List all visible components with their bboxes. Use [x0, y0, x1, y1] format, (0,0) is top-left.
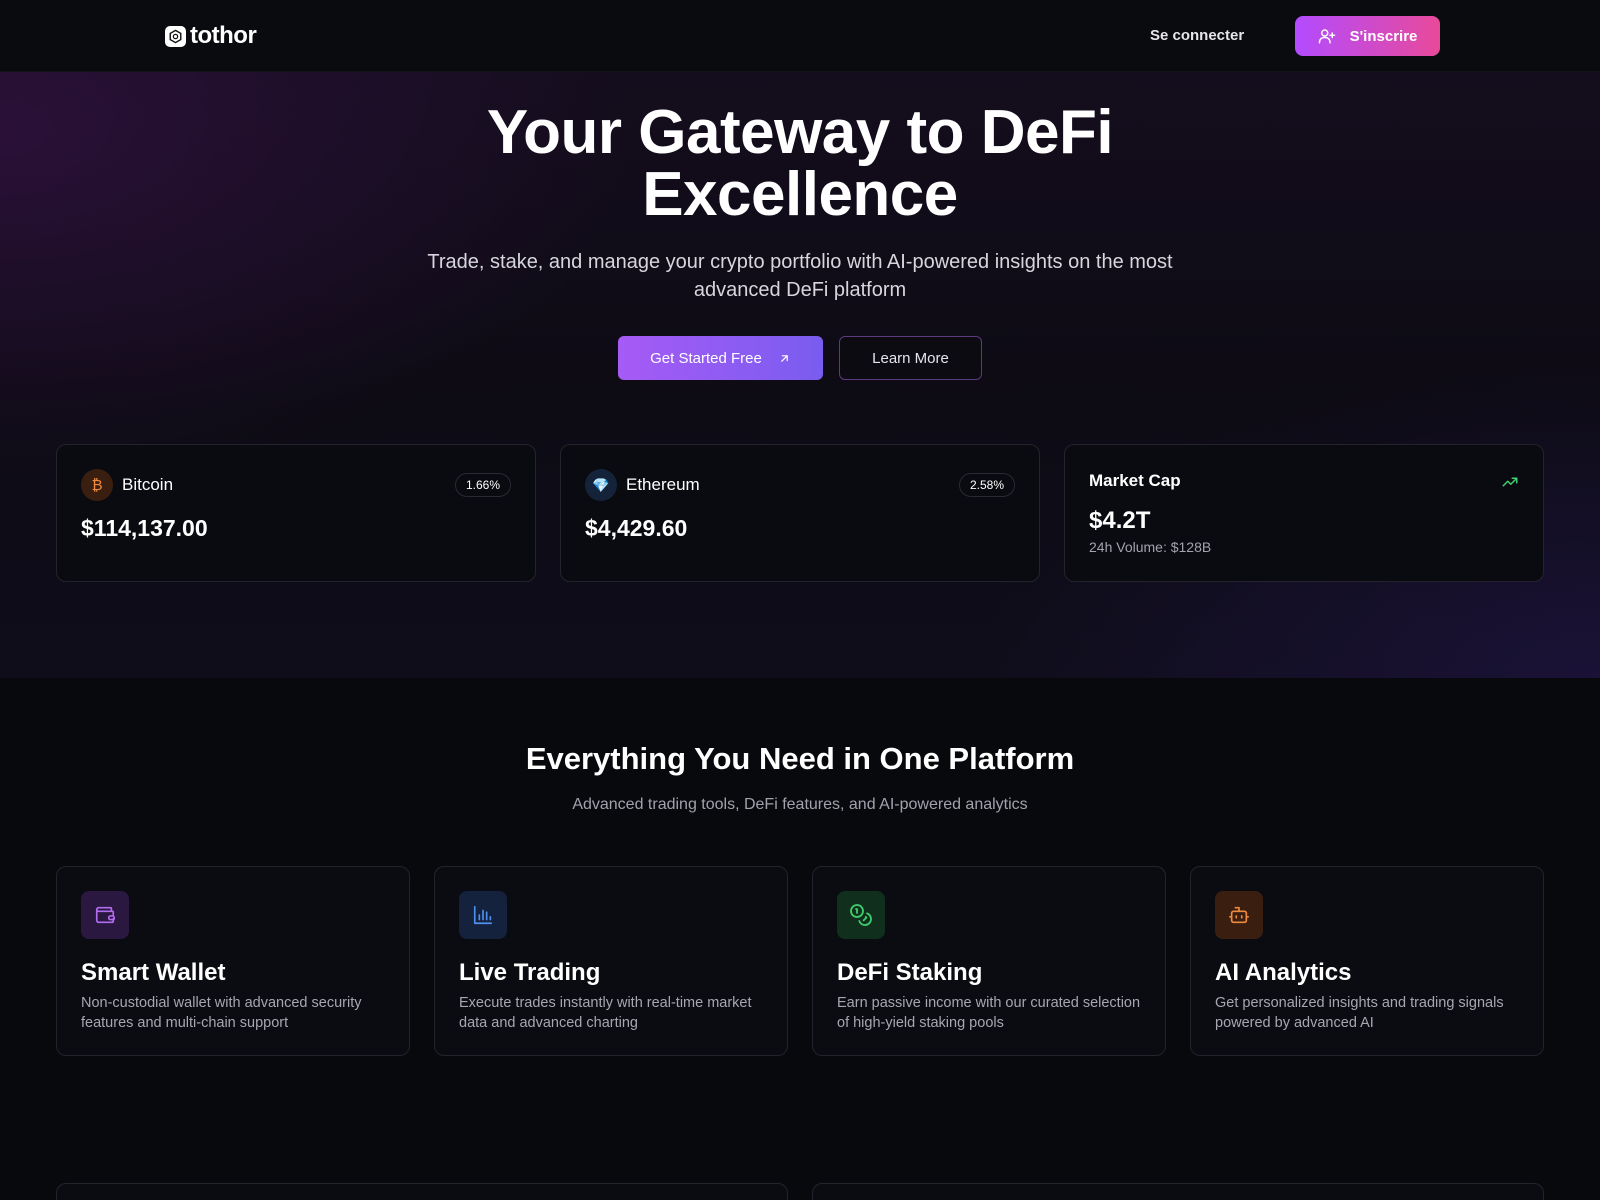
learn-more-button[interactable]: Learn More	[839, 336, 982, 380]
robot-icon	[1215, 891, 1263, 939]
features-title: Everything You Need in One Platform	[525, 741, 1075, 776]
feature-card-ai-analytics[interactable]: AI Analytics Get personalized insights a…	[1190, 866, 1544, 1056]
ethereum-change-badge: 2.58%	[958, 473, 1015, 497]
feature-desc: Non-custodial wallet with advanced secur…	[81, 995, 362, 1031]
hero-section: Your Gateway to DeFi Excellence Trade, s…	[0, 72, 1600, 678]
bitcoin-price: $114,137.00	[81, 515, 208, 541]
features-subtitle: Advanced trading tools, DeFi features, a…	[572, 796, 1028, 813]
ethereum-name: Ethereum	[626, 475, 700, 494]
ethereum-price: $4,429.60	[585, 515, 688, 541]
hero-subtitle-line1: Trade, stake, and manage your crypto por…	[427, 251, 1173, 273]
ethereum-icon: 💎	[585, 469, 617, 501]
coins-icon	[837, 891, 885, 939]
feature-name: DeFi Staking	[837, 959, 983, 986]
get-started-button[interactable]: Get Started Free	[618, 336, 823, 380]
brand-logo[interactable]: tothor	[165, 22, 257, 50]
feature-name: Smart Wallet	[81, 959, 226, 986]
bottom-card-right	[812, 1183, 1544, 1200]
get-started-label: Get Started Free	[650, 349, 762, 367]
feature-desc: Earn passive income with our curated sel…	[837, 995, 1141, 1031]
bar-chart-icon	[459, 891, 507, 939]
hero-title: Your Gateway to DeFi Excellence	[300, 102, 1300, 226]
feature-desc: Get personalized insights and trading si…	[1215, 995, 1504, 1031]
hero-subtitle: Trade, stake, and manage your crypto por…	[380, 248, 1220, 304]
hero-title-line1: Your Gateway to DeFi	[486, 98, 1114, 167]
signup-button[interactable]: S'inscrire	[1295, 16, 1440, 56]
hero-subtitle-line2: advanced DeFi platform	[693, 279, 907, 301]
hero-title-line2: Excellence	[642, 160, 958, 229]
market-cap-label: Market Cap	[1089, 471, 1181, 490]
bottom-card-left	[56, 1183, 788, 1200]
bitcoin-name: Bitcoin	[122, 475, 174, 494]
feature-card-smart-wallet[interactable]: Smart Wallet Non-custodial wallet with a…	[56, 866, 410, 1056]
arrow-up-right-icon	[781, 354, 788, 362]
wallet-icon	[81, 891, 129, 939]
feature-desc: Execute trades instantly with real-time …	[459, 995, 752, 1031]
bitcoin-icon: ₿	[81, 469, 113, 501]
feature-card-live-trading[interactable]: Live Trading Execute trades instantly wi…	[434, 866, 788, 1056]
market-volume: 24h Volume: $128B	[1089, 539, 1212, 555]
login-link[interactable]: Se connecter	[1150, 24, 1244, 48]
feature-card-defi-staking[interactable]: DeFi Staking Earn passive income with ou…	[812, 866, 1166, 1056]
trending-up-icon	[1502, 477, 1518, 487]
top-nav: tothor Se connecter S'inscrire	[0, 0, 1600, 72]
ethereum-card[interactable]: 💎 Ethereum 2.58% $4,429.60	[560, 444, 1040, 582]
signup-label: S'inscrire	[1349, 27, 1418, 45]
learn-more-label: Learn More	[872, 349, 949, 367]
bitcoin-card[interactable]: ₿ Bitcoin 1.66% $114,137.00	[56, 444, 536, 582]
logo-icon	[165, 25, 186, 47]
feature-name: AI Analytics	[1215, 959, 1352, 986]
user-plus-icon	[1318, 29, 1335, 44]
feature-name: Live Trading	[459, 959, 601, 986]
market-cap-card[interactable]: Market Cap $4.2T 24h Volume: $128B	[1064, 444, 1544, 582]
bitcoin-change-badge: 1.66%	[454, 473, 511, 497]
market-cap-value: $4.2T	[1089, 507, 1151, 534]
brand-name: tothor	[190, 22, 257, 49]
